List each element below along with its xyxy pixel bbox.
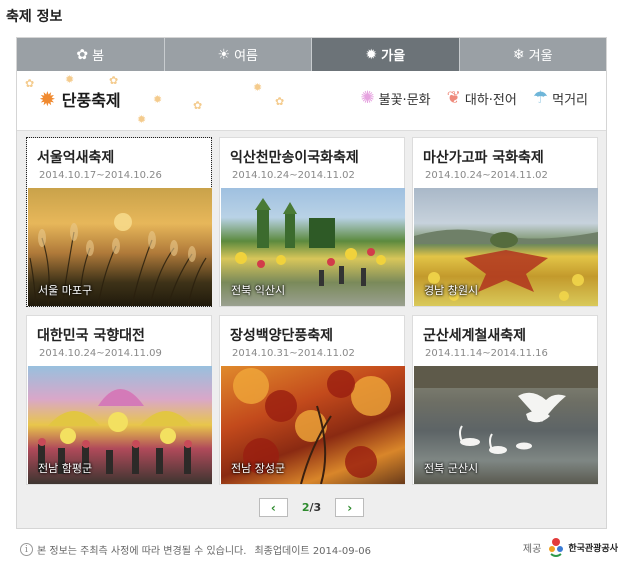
fireworks-icon: ✺	[360, 88, 375, 108]
category-links: ✺ 불꽃·문화 ❦ 대하·전어 ☂ 먹거리	[360, 88, 588, 109]
notice-text: 본 정보는 주최측 사정에 따라 변경될 수 있습니다.	[37, 546, 247, 557]
subcategory-bar: ✿ ✹ ✿ ✹ ✿ ✹ ✿ ✹ ✹ 단풍축제 ✺ 불꽃·문화 ❦ 대하·전어 ☂…	[17, 71, 606, 131]
festival-panel: ✿ 봄 ☀ 여름 ✹ 가을 ❄ 겨울 ✿ ✹ ✿ ✹ ✿ ✹ ✿ ✹ ✹ 단풍축…	[16, 37, 607, 529]
festival-dates: 2014.10.24~2014.11.09	[39, 348, 162, 359]
maple-leaf-icon: ✹	[39, 87, 56, 111]
category-label: 먹거리	[552, 93, 588, 108]
next-page-button[interactable]: ›	[335, 498, 365, 517]
subcategory-label: 단풍축제	[61, 91, 121, 110]
festival-photo: 전북 익산시	[221, 188, 405, 306]
tab-label: 여름	[234, 49, 258, 64]
maple-leaf-icon: ✹	[365, 46, 378, 63]
festival-title: 마산가고파 국화축제	[423, 150, 544, 166]
festival-photo: 서울 마포구	[28, 188, 212, 306]
festival-card[interactable]: 군산세계철새축제 2014.11.14~2014.11.16 전북 군산시	[412, 315, 598, 485]
leaf-decoration-icon: ✹	[65, 73, 75, 86]
festival-dates: 2014.10.24~2014.11.02	[425, 170, 548, 181]
chevron-right-icon: ›	[347, 500, 353, 515]
kto-logo-text: 한국관광공사	[568, 543, 618, 554]
provider-label: 제공	[522, 543, 542, 555]
festival-dates: 2014.10.17~2014.10.26	[39, 170, 162, 181]
season-tabs: ✿ 봄 ☀ 여름 ✹ 가을 ❄ 겨울	[17, 38, 606, 71]
festival-card[interactable]: 서울억새축제 2014.10.17~2014.10.26 서울 마포구	[26, 137, 212, 307]
tab-autumn[interactable]: ✹ 가을	[312, 38, 460, 71]
festival-dates: 2014.10.24~2014.11.02	[232, 170, 355, 181]
festival-photo: 전남 함평군	[28, 366, 212, 484]
blossom-icon: ✿	[76, 46, 89, 63]
category-label: 불꽃·문화	[378, 93, 431, 108]
festival-location: 서울 마포구	[38, 284, 93, 297]
shrimp-icon: ❦	[446, 88, 461, 108]
category-shrimp[interactable]: ❦ 대하·전어	[446, 88, 517, 109]
provider: 제공 한국관광공사	[523, 536, 618, 558]
prev-page-button[interactable]: ‹	[258, 498, 288, 517]
kto-logo[interactable]: 한국관광공사	[547, 536, 618, 558]
leaf-decoration-icon: ✹	[253, 81, 263, 94]
leaf-decoration-icon: ✿	[193, 99, 203, 112]
tab-label: 가을	[381, 49, 406, 64]
festival-title: 장성백양단풍축제	[230, 328, 334, 344]
festival-title: 서울억새축제	[37, 150, 115, 166]
chevron-left-icon: ‹	[270, 500, 276, 515]
tab-spring[interactable]: ✿ 봄	[17, 38, 165, 71]
festival-photo: 전북 군산시	[414, 366, 598, 484]
leaf-decoration-icon: ✹	[137, 113, 147, 126]
festival-card[interactable]: 대한민국 국향대전 2014.10.24~2014.11.09 전남 함평군	[26, 315, 212, 485]
sun-icon: ☀	[217, 46, 231, 63]
festival-photo: 경남 창원시	[414, 188, 598, 306]
festival-location: 경남 창원시	[424, 284, 479, 297]
festival-location: 전남 함평군	[38, 462, 93, 475]
festival-location: 전남 장성군	[231, 462, 286, 475]
festival-title: 군산세계철새축제	[423, 328, 527, 344]
pagination: ‹ 2/3 ›	[17, 498, 606, 517]
total-pages: 3	[313, 501, 322, 514]
subcategory-current[interactable]: ✹ 단풍축제	[39, 87, 121, 111]
festival-location: 전북 군산시	[424, 462, 479, 475]
snowflake-icon: ❄	[512, 46, 525, 63]
tab-label: 봄	[92, 49, 105, 64]
kto-logo-icon	[549, 538, 564, 557]
festival-card[interactable]: 장성백양단풍축제 2014.10.31~2014.11.02 전남 장성군	[219, 315, 405, 485]
leaf-decoration-icon: ✿	[25, 77, 35, 90]
category-label: 대하·전어	[464, 93, 517, 108]
tab-winter[interactable]: ❄ 겨울	[459, 38, 606, 71]
leaf-decoration-icon: ✹	[153, 93, 163, 106]
last-updated: 최종업데이트 2014-09-06	[254, 546, 371, 557]
festival-title: 대한민국 국향대전	[37, 328, 145, 344]
festival-title: 익산천만송이국화축제	[230, 150, 359, 166]
tab-summer[interactable]: ☀ 여름	[164, 38, 312, 71]
tab-label: 겨울	[528, 49, 553, 64]
leaf-decoration-icon: ✿	[109, 74, 119, 87]
festival-location: 전북 익산시	[231, 284, 286, 297]
festival-photo: 전남 장성군	[221, 366, 405, 484]
info-icon: i	[20, 543, 33, 556]
page-indicator: 2/3	[302, 501, 321, 514]
mushroom-icon: ☂	[532, 88, 549, 108]
page-title: 축제 정보	[6, 9, 63, 25]
festival-card[interactable]: 익산천만송이국화축제 2014.10.24~2014.11.02 전북 익산시	[219, 137, 405, 307]
festival-card[interactable]: 마산가고파 국화축제 2014.10.24~2014.11.02 경남 창원시	[412, 137, 598, 307]
festival-dates: 2014.11.14~2014.11.16	[425, 348, 548, 359]
footer-notice: i 본 정보는 주최측 사정에 따라 변경될 수 있습니다. 최종업데이트 20…	[20, 542, 371, 557]
category-food[interactable]: ☂ 먹거리	[532, 88, 588, 109]
leaf-decoration-icon: ✿	[275, 95, 285, 108]
category-fireworks[interactable]: ✺ 불꽃·문화	[360, 88, 431, 109]
festival-dates: 2014.10.31~2014.11.02	[232, 348, 355, 359]
